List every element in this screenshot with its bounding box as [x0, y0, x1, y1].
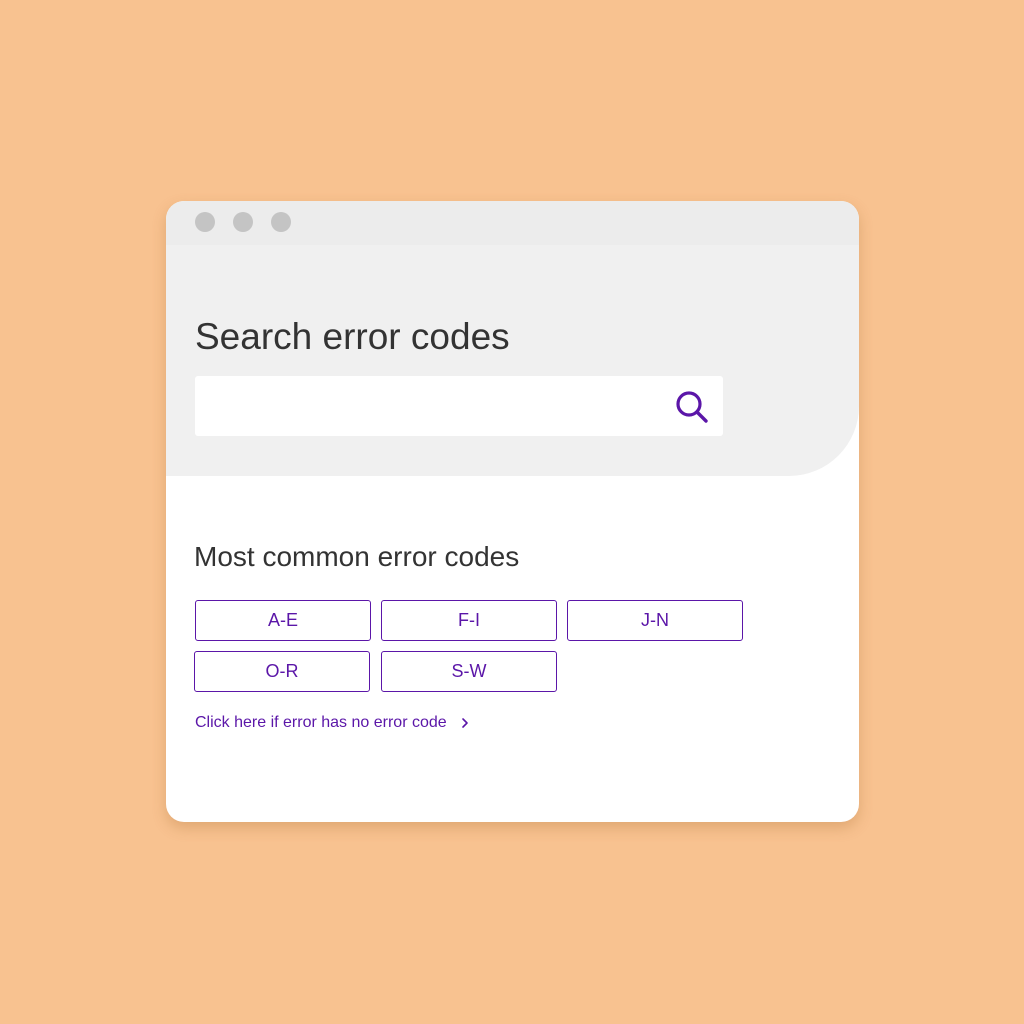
- browser-window: Search error codes Most common error cod…: [166, 201, 859, 822]
- common-codes-title: Most common error codes: [194, 541, 520, 572]
- window-titlebar: [166, 201, 859, 245]
- search-bar: [195, 376, 723, 436]
- range-button-j-n[interactable]: J-N: [567, 600, 743, 641]
- search-input[interactable]: [195, 376, 665, 436]
- search-title: Search error codes: [195, 316, 510, 357]
- window-control-close[interactable]: [195, 212, 215, 232]
- search-icon: [673, 388, 711, 426]
- range-button-f-i[interactable]: F-I: [381, 600, 557, 641]
- no-error-code-link[interactable]: Click here if error has no error code: [195, 713, 469, 733]
- range-button-a-e[interactable]: A-E: [195, 600, 371, 641]
- window-control-maximize[interactable]: [271, 212, 291, 232]
- range-button-s-w[interactable]: S-W: [381, 651, 557, 692]
- range-button-o-r[interactable]: O-R: [194, 651, 370, 692]
- window-control-minimize[interactable]: [233, 212, 253, 232]
- chevron-right-icon: [461, 717, 469, 729]
- no-error-code-label: Click here if error has no error code: [195, 714, 447, 731]
- search-button[interactable]: [673, 388, 711, 426]
- search-hero: Search error codes: [166, 245, 859, 476]
